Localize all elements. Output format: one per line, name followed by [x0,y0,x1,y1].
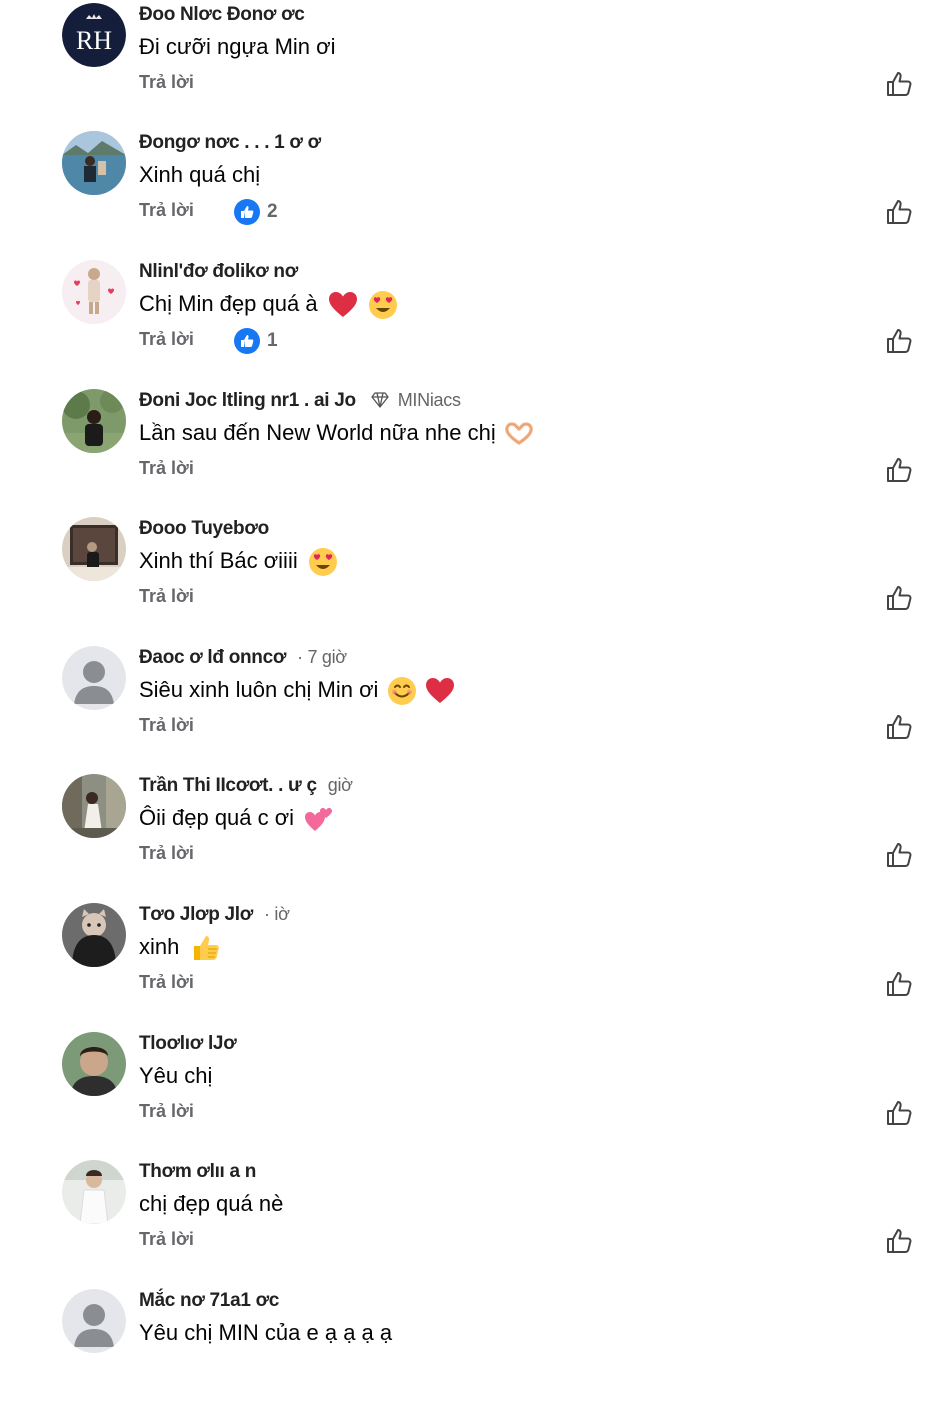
thumbs-up-outline-icon[interactable] [884,712,914,742]
thumbs-up-outline-icon[interactable] [884,969,914,999]
commenter-name[interactable]: Đoni Joc ltling nr1 . ai Jo MINiacs [139,390,461,412]
commenter-name-text: Đoni Joc ltling nr1 . ai Jo [139,390,356,411]
reply-button[interactable]: Trả lời [139,586,194,607]
commenter-name[interactable]: Đaoc ơ lđ onncơ · 7 giờ [139,647,347,669]
comment-text: xinh [139,933,221,963]
reply-button[interactable]: Trả lời [139,972,194,993]
reaction-count: 1 [267,330,278,351]
red-heart-icon [425,678,454,704]
like-reaction-icon [234,199,260,225]
two-hearts-emoji-icon [305,808,333,832]
avatar[interactable] [62,131,126,195]
reaction-summary[interactable]: 1 [234,328,278,354]
comment-text-content: Chị Min đẹp quá à [139,291,318,316]
reply-button[interactable]: Trả lời [139,72,194,93]
comment-text: Ôii đẹp quá c ơi [139,804,334,833]
reply-button[interactable]: Trả lời [139,843,194,864]
avatar[interactable] [62,389,126,453]
comment-item: Tơo Jlơp Jlơ · iờ xinh Trả lời [0,900,940,1028]
comment-text: Chị Min đẹp quá à [139,290,398,320]
comment-text: chị đẹp quá nè [139,1191,284,1216]
comment-text: Xinh quá chị [139,162,261,187]
comment-item: RH Đoo Nlơc Đonơ ơc Đi cưỡi ngựa Min ơi … [0,0,940,128]
svg-text:RH: RH [76,26,112,55]
comment-text: Yêu chị [139,1063,213,1088]
reply-button[interactable]: Trả lời [139,458,194,479]
comment-text: Lần sau đến New World nữa nhe chị [139,419,534,447]
comment-item: Thơm ơlıı a n chị đẹp quá nè Trả lời [0,1157,940,1285]
commenter-name[interactable]: Đongơ nơc . . . 1 ơ ơ [139,132,321,154]
reaction-count: 2 [267,201,278,222]
heart-eyes-emoji-icon [308,548,337,577]
comment-text-content: Siêu xinh luôn chị Min ơi [139,677,379,702]
thumbs-up-outline-icon[interactable] [884,1226,914,1256]
smiling-face-emoji-icon [387,677,416,706]
avatar[interactable] [62,517,126,581]
comment-item: Đaoc ơ lđ onncơ · 7 giờ Siêu xinh luôn c… [0,643,940,771]
diamond-icon [371,392,389,408]
red-heart-icon [328,292,357,318]
commenter-name[interactable]: Tơo Jlơp Jlơ · iờ [139,904,290,926]
thumbs-up-outline-icon[interactable] [884,1098,914,1128]
commenter-name[interactable]: Nlinl'đơ đolikơ nơ [139,261,298,283]
avatar[interactable]: RH [62,3,126,67]
avatar[interactable] [62,1032,126,1096]
commenter-name-text: Tơo Jlơp Jlơ [139,904,253,925]
thumbs-up-outline-icon[interactable] [884,69,914,99]
commenter-name[interactable]: Tloơlıơ lJơ [139,1033,237,1055]
comment-time: giờ [327,775,353,795]
commenter-name[interactable]: Thơm ơlıı a n [139,1161,256,1183]
heart-hands-emoji-icon [505,422,533,445]
comment-item: Nlinl'đơ đolikơ nơ Chị Min đẹp quá à Trả… [0,257,940,385]
thumbs-up-outline-icon[interactable] [884,583,914,613]
comment-text-content: Ôii đẹp quá c ơi [139,805,295,830]
commenter-name-text: Trần Thi IIcơơt. . ư ç [139,775,317,796]
heart-eyes-emoji-icon [368,291,397,320]
thumbs-up-outline-icon[interactable] [884,840,914,870]
commenter-name-text: Đaoc ơ lđ onncơ [139,647,287,668]
comment-item: Mắc nơ 71a1 ơc Yêu chị MIN của e ạ ạ ạ ạ [0,1286,940,1414]
reply-button[interactable]: Trả lời [139,200,194,221]
reaction-summary[interactable]: 2 [234,199,278,225]
comment-time: · iờ [263,904,290,924]
reply-button[interactable]: Trả lời [139,329,194,350]
avatar[interactable] [62,903,126,967]
reply-button[interactable]: Trả lời [139,715,194,736]
comment-text: Yêu chị MIN của e ạ ạ ạ ạ [139,1320,393,1345]
avatar[interactable] [62,260,126,324]
avatar[interactable] [62,1160,126,1224]
reply-button[interactable]: Trả lời [139,1229,194,1250]
comment-text: Xinh thí Bác ơiiii [139,547,338,577]
comment-time: · 7 giờ [297,647,347,667]
comment-item: Tloơlıơ lJơ Yêu chị Trả lời [0,1029,940,1157]
thumbs-up-outline-icon[interactable] [884,197,914,227]
thumbs-up-emoji-icon [194,936,220,961]
comment-text-content: Xinh thí Bác ơiiii [139,548,298,573]
fan-badge-label: MINiacs [397,390,461,410]
comment-text: Siêu xinh luôn chị Min ơi [139,676,455,706]
comment-text-content: Lần sau đến New World nữa nhe chị [139,420,496,445]
commenter-name[interactable]: Đooo Tuyebơo [139,518,269,540]
comment-item: Đoni Joc ltling nr1 . ai Jo MINiacs Lần … [0,386,940,514]
avatar[interactable] [62,646,126,710]
comment-item: Đongơ nơc . . . 1 ơ ơ Xinh quá chị Trả l… [0,128,940,256]
reply-button[interactable]: Trả lời [139,1101,194,1122]
thumbs-up-outline-icon[interactable] [884,326,914,356]
avatar[interactable] [62,1289,126,1353]
thumbs-up-outline-icon[interactable] [884,455,914,485]
commenter-name[interactable]: Mắc nơ 71a1 ơc [139,1290,279,1312]
commenter-name[interactable]: Trần Thi IIcơơt. . ư ç giờ [139,775,353,797]
like-reaction-icon [234,328,260,354]
commenter-name[interactable]: Đoo Nlơc Đonơ ơc [139,4,305,26]
avatar[interactable] [62,774,126,838]
comment-item: Đooo Tuyebơo Xinh thí Bác ơiiii Trả lời [0,514,940,642]
comment-text: Đi cưỡi ngựa Min ơi [139,34,336,59]
comment-text-content: xinh [139,934,180,959]
comment-item: Trần Thi IIcơơt. . ư ç giờ Ôii đẹp quá c… [0,771,940,899]
